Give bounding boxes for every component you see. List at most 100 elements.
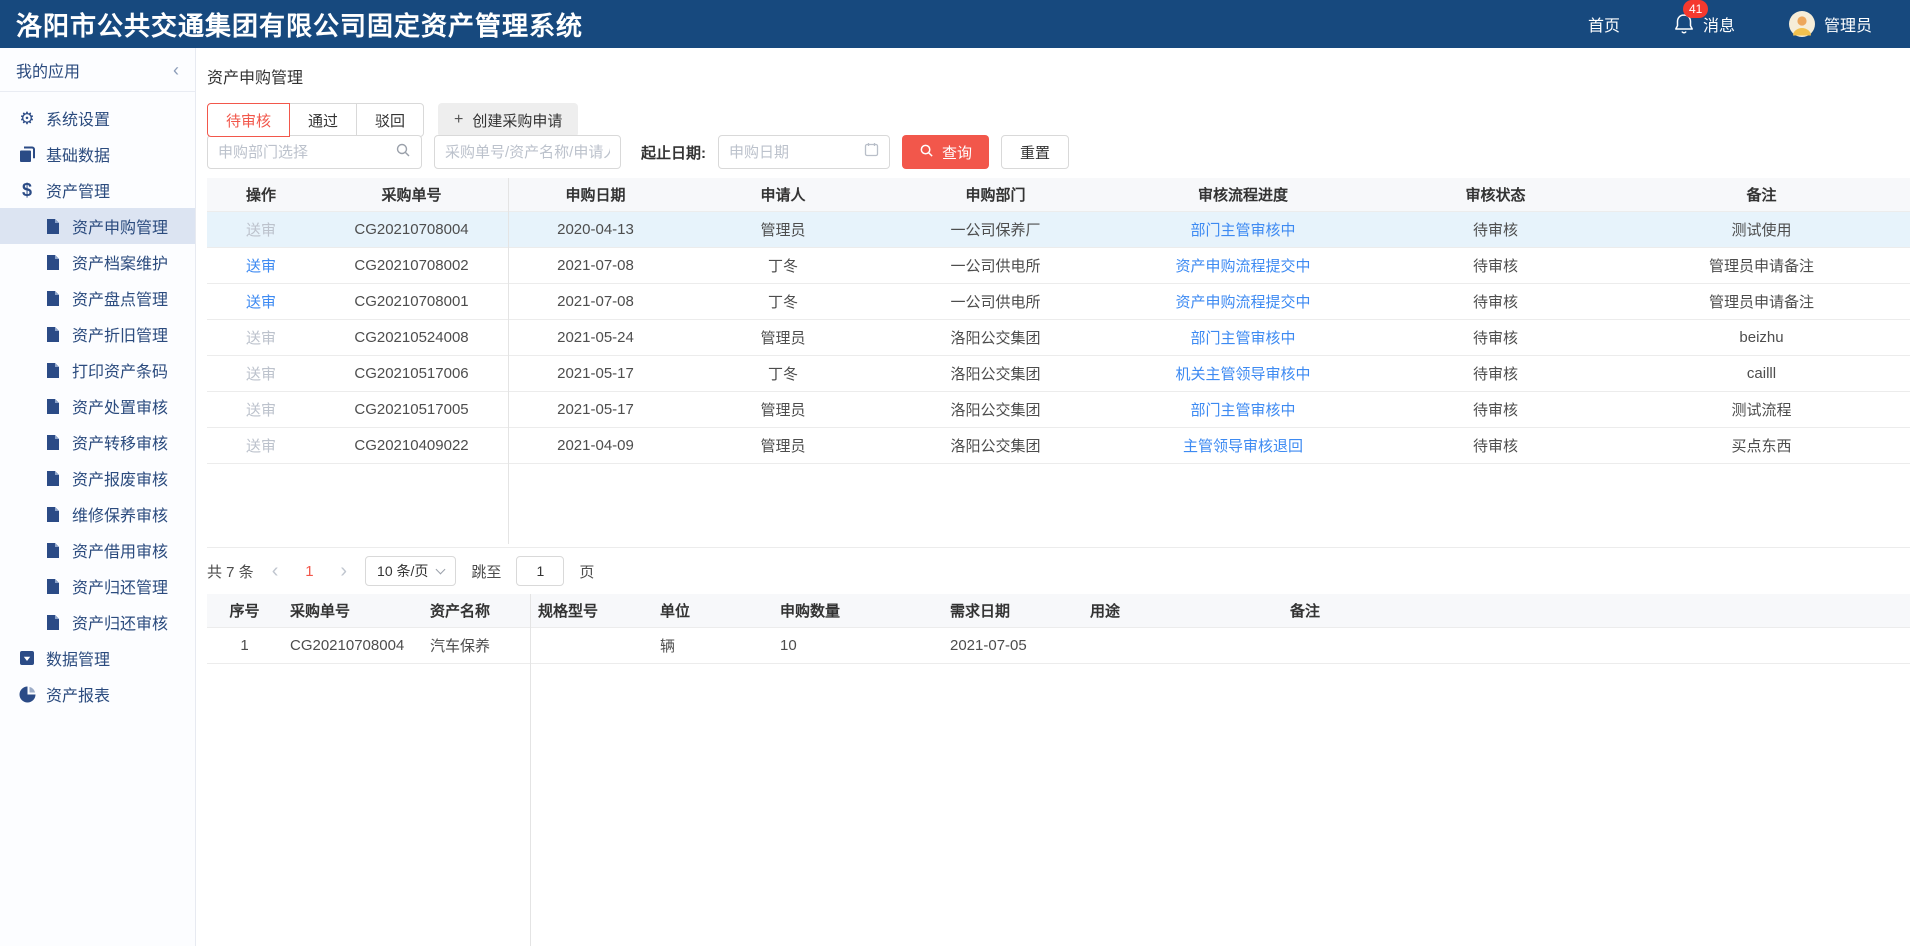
sidebar-menu: ⚙ 系统设置 基础数据 $ 资产管理 资产申购管理 资产档案维护 资产盘点管理 <box>0 92 195 712</box>
create-purchase-label: 创建采购申请 <box>472 110 562 131</box>
prev-page-icon[interactable]: ‹ <box>269 561 282 581</box>
submit-review-link[interactable]: 送审 <box>246 366 276 383</box>
cell-applicant: 管理员 <box>683 211 883 247</box>
cell-date: 2021-05-24 <box>508 319 683 355</box>
detail-row[interactable]: 1 CG20210708004 汽车保养 辆 10 2021-07-05 <box>207 627 1910 663</box>
date-input[interactable] <box>729 144 858 161</box>
department-select-input[interactable] <box>218 144 389 161</box>
cell-status: 待审核 <box>1378 355 1613 391</box>
keyword-input[interactable] <box>445 144 610 161</box>
collapse-sidebar-icon[interactable]: ‹ <box>173 61 179 79</box>
sidebar-item-system-settings[interactable]: ⚙ 系统设置 <box>0 100 195 136</box>
sidebar-item-asset-depreciation[interactable]: 资产折旧管理 <box>0 316 195 352</box>
progress-link[interactable]: 资产申购流程提交中 <box>1175 258 1310 275</box>
cell-date: 2021-07-08 <box>508 247 683 283</box>
sidebar-item-asset-transfer[interactable]: 资产转移审核 <box>0 424 195 460</box>
sidebar-item-asset-scrap[interactable]: 资产报废审核 <box>0 460 195 496</box>
home-link[interactable]: 首页 <box>1588 12 1620 36</box>
cell-action: 送审 <box>207 427 315 463</box>
sidebar-item-asset-borrow[interactable]: 资产借用审核 <box>0 532 195 568</box>
sidebar-item-asset-disposal[interactable]: 资产处置审核 <box>0 388 195 424</box>
file-icon <box>44 434 62 451</box>
submit-review-link[interactable]: 送审 <box>246 402 276 419</box>
date-picker[interactable] <box>718 135 890 169</box>
next-page-icon[interactable]: › <box>337 561 350 581</box>
col-qty: 申购数量 <box>772 594 942 627</box>
tab-passed[interactable]: 通过 <box>289 103 357 137</box>
table-row[interactable]: 送审 CG20210409022 2021-04-09 管理员 洛阳公交集团 主… <box>207 427 1910 463</box>
sidebar-item-asset-management[interactable]: $ 资产管理 <box>0 172 195 208</box>
submit-review-link[interactable]: 送审 <box>246 438 276 455</box>
progress-link[interactable]: 部门主管审核中 <box>1190 402 1295 419</box>
progress-link[interactable]: 部门主管审核中 <box>1190 222 1295 239</box>
sidebar-item-data-management[interactable]: 数据管理 <box>0 640 195 676</box>
jump-page-input[interactable] <box>516 556 564 586</box>
cell-status: 待审核 <box>1378 427 1613 463</box>
department-select[interactable] <box>207 135 422 169</box>
sidebar-item-asset-archive[interactable]: 资产档案维护 <box>0 244 195 280</box>
table-row[interactable]: 送审 CG20210517005 2021-05-17 管理员 洛阳公交集团 部… <box>207 391 1910 427</box>
sidebar-item-asset-return-mgmt[interactable]: 资产归还管理 <box>0 568 195 604</box>
table-row[interactable]: 送审 CG20210524008 2021-05-24 管理员 洛阳公交集团 部… <box>207 319 1910 355</box>
reset-button[interactable]: 重置 <box>1001 135 1069 169</box>
table-row[interactable]: 送审 CG20210708004 2020-04-13 管理员 一公司保养厂 部… <box>207 211 1910 247</box>
progress-link[interactable]: 部门主管审核中 <box>1190 330 1295 347</box>
cell-applicant: 管理员 <box>683 319 883 355</box>
table-header-row: 操作 采购单号 申购日期 申请人 申购部门 审核流程进度 审核状态 备注 <box>207 178 1910 211</box>
bell-icon[interactable]: 41 <box>1674 13 1694 35</box>
sidebar-item-asset-return-review[interactable]: 资产归还审核 <box>0 604 195 640</box>
sidebar-item-asset-inventory[interactable]: 资产盘点管理 <box>0 280 195 316</box>
file-icon <box>44 470 62 487</box>
sidebar-item-asset-reports[interactable]: 资产报表 <box>0 676 195 712</box>
progress-link[interactable]: 主管领导审核退回 <box>1183 438 1303 455</box>
menu-label: 资产盘点管理 <box>72 286 168 310</box>
tab-pending[interactable]: 待审核 <box>207 103 290 137</box>
total-count: 共 7 条 <box>207 561 254 582</box>
submit-review-link[interactable]: 送审 <box>246 258 276 275</box>
cell-progress: 部门主管审核中 <box>1108 211 1378 247</box>
table-row[interactable]: 送审 CG20210708002 2021-07-08 丁冬 一公司供电所 资产… <box>207 247 1910 283</box>
create-purchase-button[interactable]: + 创建采购申请 <box>438 103 578 137</box>
cell-remark: 买点东西 <box>1613 427 1910 463</box>
cell-remark: cailll <box>1613 355 1910 391</box>
submit-review-link[interactable]: 送审 <box>246 330 276 347</box>
menu-label: 资产借用审核 <box>72 538 168 562</box>
cell-applicant: 管理员 <box>683 391 883 427</box>
table-row[interactable]: 送审 CG20210708001 2021-07-08 丁冬 一公司供电所 资产… <box>207 283 1910 319</box>
col-progress: 审核流程进度 <box>1108 178 1378 211</box>
cell-dept: 一公司供电所 <box>883 283 1108 319</box>
keyword-search[interactable] <box>434 135 621 169</box>
search-button[interactable]: 查询 <box>902 135 989 169</box>
sidebar-item-asset-purchase[interactable]: 资产申购管理 <box>0 208 195 244</box>
sidebar-item-maintenance-review[interactable]: 维修保养审核 <box>0 496 195 532</box>
cell-action: 送审 <box>207 247 315 283</box>
current-page[interactable]: 1 <box>296 563 322 580</box>
table-row[interactable]: 送审 CG20210517006 2021-05-17 丁冬 洛阳公交集团 机关… <box>207 355 1910 391</box>
cell-progress: 资产申购流程提交中 <box>1108 283 1378 319</box>
user-menu[interactable]: 管理员 <box>1789 11 1872 37</box>
progress-link[interactable]: 机关主管领导审核中 <box>1175 366 1310 383</box>
col-applicant: 申请人 <box>683 178 883 211</box>
calendar-icon <box>864 142 879 162</box>
progress-link[interactable]: 资产申购流程提交中 <box>1175 294 1310 311</box>
chevron-down-icon <box>436 564 446 574</box>
submit-review-link[interactable]: 送审 <box>246 222 276 239</box>
gear-icon: ⚙ <box>18 110 36 127</box>
file-icon <box>44 578 62 595</box>
file-icon <box>44 290 62 307</box>
messages-link[interactable]: 41 消息 <box>1674 12 1735 36</box>
file-icon <box>44 254 62 271</box>
cell-qty: 10 <box>772 627 942 663</box>
cell-unit: 辆 <box>652 627 772 663</box>
page-size-value: 10 条/页 <box>377 561 428 581</box>
sidebar-item-print-barcode[interactable]: 打印资产条码 <box>0 352 195 388</box>
page-size-select[interactable]: 10 条/页 <box>365 556 456 586</box>
tab-rejected[interactable]: 驳回 <box>356 103 424 137</box>
submit-review-link[interactable]: 送审 <box>246 294 276 311</box>
topbar-right: 首页 41 消息 管理员 <box>1588 11 1872 37</box>
sidebar-item-base-data[interactable]: 基础数据 <box>0 136 195 172</box>
cell-remark: 管理员申请备注 <box>1613 247 1910 283</box>
pagination: 共 7 条 ‹ 1 › 10 条/页 跳至 页 <box>207 556 594 586</box>
cell-date: 2021-05-17 <box>508 391 683 427</box>
menu-label: 数据管理 <box>46 646 110 670</box>
